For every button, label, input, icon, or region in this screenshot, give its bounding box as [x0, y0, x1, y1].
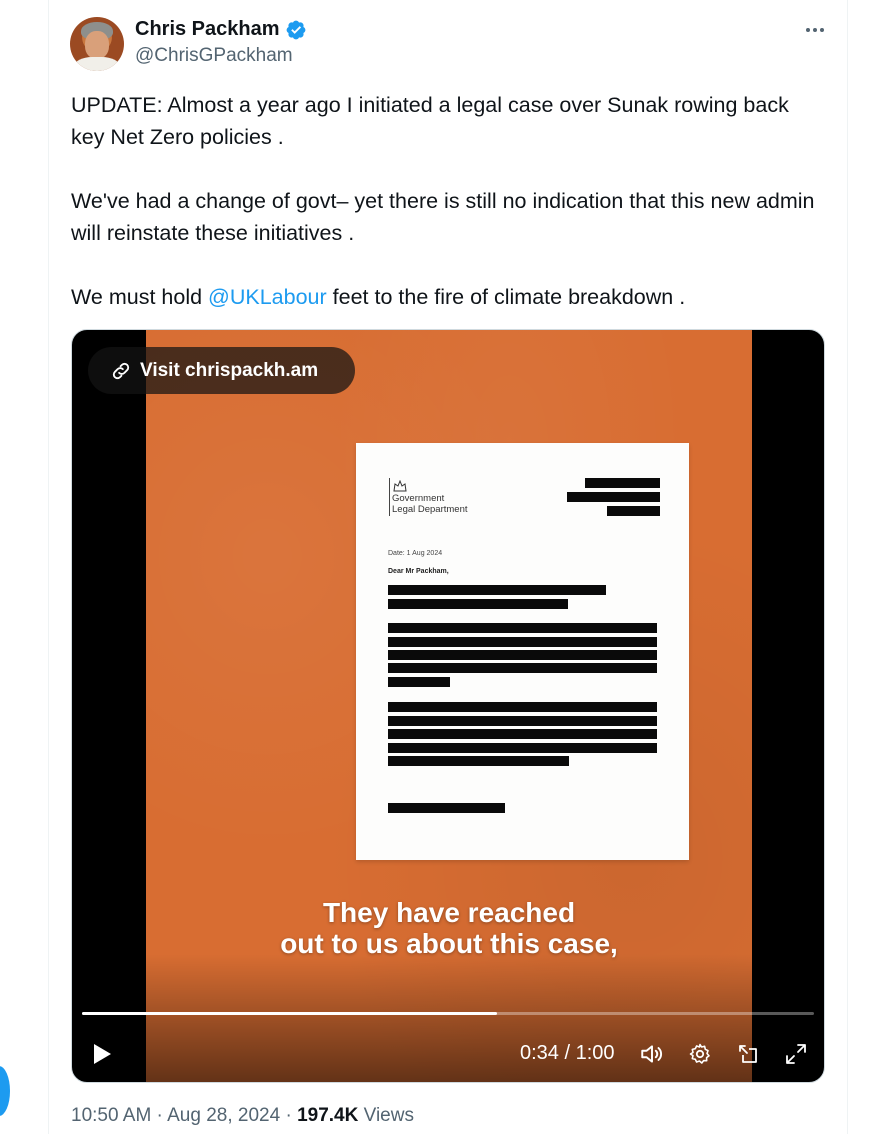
redaction-bar	[388, 756, 569, 766]
redaction-bar	[585, 478, 660, 488]
video-player[interactable]: Government Legal Department Date: 1 Aug …	[71, 329, 825, 1083]
video-progress-bar[interactable]	[82, 1012, 814, 1015]
link-icon	[112, 362, 130, 379]
author-name[interactable]: Chris Packham	[135, 18, 307, 41]
video-time: 0:34 / 1:00	[520, 1042, 615, 1064]
redaction-bar	[388, 623, 657, 633]
tweet-time[interactable]: 10:50 AM	[71, 1105, 151, 1126]
redaction-bar	[388, 729, 657, 739]
settings-button[interactable]	[686, 1040, 714, 1068]
more-icon[interactable]	[800, 18, 830, 42]
fullscreen-button[interactable]	[782, 1040, 810, 1068]
redaction-bar	[388, 743, 657, 753]
avatar[interactable]	[70, 17, 124, 71]
redaction-bar	[388, 716, 657, 726]
side-floating-button[interactable]	[0, 1066, 10, 1116]
picture-in-picture-icon	[739, 1045, 757, 1063]
tweet-paragraph-1: UPDATE: Almost a year ago I initiated a …	[71, 93, 789, 149]
video-progress-fill	[82, 1012, 497, 1015]
letter-document: Government Legal Department Date: 1 Aug …	[356, 443, 689, 860]
redaction-bar	[388, 677, 450, 687]
redaction-bar	[388, 637, 657, 647]
redaction-bar	[567, 492, 660, 502]
video-frame[interactable]: Government Legal Department Date: 1 Aug …	[146, 330, 752, 1082]
video-caption: They have reached out to us about this c…	[280, 897, 618, 959]
crest-icon	[393, 480, 407, 492]
author-handle[interactable]: @ChrisGPackham	[135, 45, 293, 67]
redaction-bar	[388, 702, 657, 712]
tweet-paragraph-3: We must hold @UKLabour feet to the fire …	[71, 285, 686, 309]
tweet-date[interactable]: Aug 28, 2024	[167, 1105, 280, 1126]
redaction-bar	[388, 803, 505, 813]
fullscreen-icon	[786, 1044, 806, 1064]
letter-salutation: Dear Mr Packham,	[388, 568, 449, 575]
redaction-bar	[388, 650, 657, 660]
picture-in-picture-button[interactable]	[734, 1040, 762, 1068]
views-label: Views	[358, 1105, 414, 1126]
video-controls: 0:34 / 1:00	[72, 1030, 824, 1076]
visit-link-button[interactable]: Visit chrispackh.am	[88, 347, 355, 394]
letter-date: Date: 1 Aug 2024	[388, 550, 443, 557]
play-icon	[94, 1044, 111, 1064]
play-button[interactable]	[88, 1041, 116, 1067]
visit-link-label[interactable]: Visit chrispackh.am	[140, 360, 318, 382]
redaction-bar	[388, 663, 657, 673]
volume-icon	[641, 1045, 663, 1063]
tweet-meta: 10:50 AM · Aug 28, 2024 · 197.4K Views	[71, 1105, 414, 1126]
government-label: Government Legal Department	[392, 493, 468, 515]
tweet-paragraph-2: We've had a change of govt– yet there is…	[71, 189, 815, 245]
verified-badge-icon	[286, 20, 305, 39]
author-name-text[interactable]: Chris Packham	[135, 18, 280, 41]
redaction-bar	[388, 585, 606, 595]
redaction-bar	[388, 599, 568, 609]
redaction-bar	[607, 506, 660, 516]
volume-button[interactable]	[638, 1040, 666, 1068]
mention-link[interactable]: @UKLabour	[208, 285, 327, 309]
settings-icon	[689, 1043, 710, 1064]
tweet-text: UPDATE: Almost a year ago I initiated a …	[71, 89, 826, 313]
views-count: 197.4K	[297, 1105, 359, 1126]
